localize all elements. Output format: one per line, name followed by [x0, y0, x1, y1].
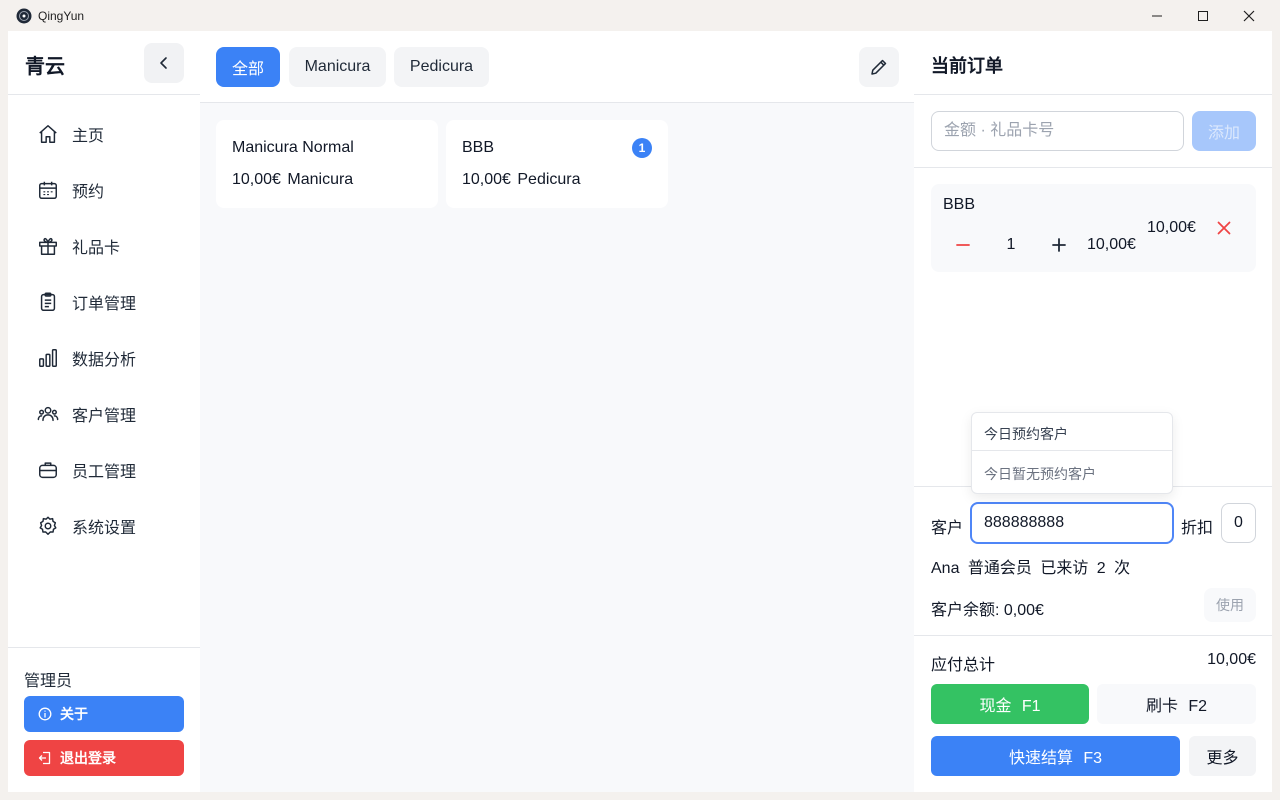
- customer-input[interactable]: [970, 502, 1174, 544]
- sidebar-divider: [8, 647, 200, 648]
- home-icon: [36, 122, 60, 146]
- sidebar-item-orders[interactable]: 订单管理: [24, 282, 184, 322]
- tab-manicura[interactable]: Manicura: [289, 47, 386, 87]
- sidebar-item-label: 礼品卡: [72, 240, 121, 257]
- logout-icon: [38, 751, 52, 765]
- service-name: BBB: [462, 139, 495, 156]
- bar-chart-icon: [36, 346, 60, 370]
- sidebar-item-label: 员工管理: [72, 464, 137, 481]
- close-icon: [1217, 221, 1231, 235]
- maximize-icon: [1198, 10, 1208, 21]
- total-value: 10,00€: [1207, 651, 1256, 668]
- order-divider: [914, 167, 1272, 168]
- edit-services-button[interactable]: [859, 47, 899, 87]
- use-balance-button[interactable]: 使用: [1204, 588, 1256, 622]
- order-divider: [914, 635, 1272, 636]
- cash-payment-button[interactable]: 现金 F1: [931, 684, 1089, 724]
- minimize-button[interactable]: [1134, 0, 1180, 31]
- gear-icon: [36, 514, 60, 538]
- line-item-total: 10,00€: [1147, 219, 1196, 236]
- service-name: Manicura Normal: [232, 139, 354, 156]
- sidebar-item-settings[interactable]: 系统设置: [24, 506, 184, 546]
- close-window-button[interactable]: [1226, 0, 1272, 31]
- sidebar-item-gift-cards[interactable]: 礼品卡: [24, 226, 184, 266]
- line-item-name: BBB: [943, 196, 976, 213]
- about-button[interactable]: 关于: [24, 696, 184, 732]
- title-bar: QingYun: [0, 0, 1280, 31]
- users-icon: [36, 402, 60, 426]
- customer-info: Ana 普通会员 已来访 2 次: [931, 560, 1131, 577]
- popup-divider: [972, 450, 1172, 451]
- minus-icon: [956, 244, 970, 246]
- logout-button[interactable]: 退出登录: [24, 740, 184, 776]
- plus-icon: [1052, 238, 1066, 252]
- decrease-quantity-button[interactable]: [951, 233, 975, 257]
- category-tab-bar: 全部 Manicura Pedicura: [200, 31, 914, 103]
- popup-heading: 今日预约客户: [984, 426, 1068, 442]
- calendar-icon: [36, 178, 60, 202]
- chevron-left-icon: [160, 57, 167, 69]
- clipboard-icon: [36, 290, 60, 314]
- collapse-sidebar-button[interactable]: [144, 43, 184, 83]
- sidebar: 青云 主页 预约 礼品卡 订单管理 数据分析 客户管理 员工管理 系统设置 管理…: [8, 31, 200, 792]
- close-icon: [1243, 10, 1255, 21]
- brand-name: 青云: [25, 56, 65, 78]
- sidebar-item-label: 系统设置: [72, 520, 137, 537]
- total-label: 应付总计: [931, 657, 996, 674]
- discount-label: 折扣: [1181, 520, 1214, 537]
- user-role: 管理员: [24, 673, 73, 690]
- gift-icon: [36, 234, 60, 258]
- order-line-item: BBB 1 10,00€ 10,00€: [931, 184, 1256, 272]
- window-title: QingYun: [38, 9, 85, 23]
- app-logo-icon: [16, 8, 32, 24]
- line-item-unit-price: 10,00€: [1087, 236, 1136, 253]
- tab-all[interactable]: 全部: [216, 47, 280, 87]
- sidebar-item-label: 客户管理: [72, 408, 137, 425]
- service-price-category: 10,00€ Pedicura: [462, 171, 581, 188]
- increase-quantity-button[interactable]: [1047, 233, 1071, 257]
- order-title: 当前订单: [931, 56, 1003, 76]
- sidebar-item-staff[interactable]: 员工管理: [24, 450, 184, 490]
- add-gift-card-button[interactable]: 添加: [1192, 111, 1256, 151]
- line-item-quantity: 1: [1006, 236, 1016, 253]
- sidebar-item-analytics[interactable]: 数据分析: [24, 338, 184, 378]
- info-icon: [38, 707, 52, 721]
- sidebar-item-customers[interactable]: 客户管理: [24, 394, 184, 434]
- gift-card-input[interactable]: [931, 111, 1184, 151]
- pencil-icon: [871, 59, 887, 75]
- service-price-category: 10,00€ Manicura: [232, 171, 354, 188]
- sidebar-item-home[interactable]: 主页: [24, 114, 184, 154]
- popup-empty-message: 今日暂无预约客户: [984, 466, 1096, 482]
- sidebar-divider: [8, 94, 200, 95]
- briefcase-icon: [36, 458, 60, 482]
- sidebar-item-label: 订单管理: [72, 296, 137, 313]
- remove-item-button[interactable]: [1213, 217, 1235, 239]
- order-divider: [914, 94, 1272, 95]
- logout-label: 退出登录: [60, 750, 116, 766]
- about-label: 关于: [60, 706, 88, 722]
- sidebar-item-appointments[interactable]: 预约: [24, 170, 184, 210]
- service-card-manicura-normal[interactable]: Manicura Normal 10,00€ Manicura: [216, 120, 438, 208]
- discount-input[interactable]: [1221, 503, 1256, 543]
- service-card-bbb[interactable]: BBB 1 10,00€ Pedicura: [446, 120, 668, 208]
- more-options-button[interactable]: 更多: [1189, 736, 1256, 776]
- sidebar-item-label: 预约: [72, 184, 105, 201]
- tab-pedicura[interactable]: Pedicura: [394, 47, 489, 87]
- sidebar-item-label: 数据分析: [72, 352, 137, 369]
- customer-suggestions-popup: 今日预约客户 今日暂无预约客户: [971, 412, 1173, 494]
- customer-balance: 客户余额: 0,00€: [931, 602, 1044, 619]
- sidebar-item-label: 主页: [72, 128, 105, 145]
- maximize-button[interactable]: [1180, 0, 1226, 31]
- service-catalog: 全部 Manicura Pedicura Manicura Normal 10,…: [200, 31, 914, 792]
- quick-checkout-button[interactable]: 快速结算 F3: [931, 736, 1180, 776]
- customer-label: 客户: [931, 520, 964, 537]
- card-payment-button[interactable]: 刷卡 F2: [1097, 684, 1256, 724]
- minimize-icon: [1152, 15, 1162, 16]
- cart-count-badge: 1: [632, 138, 652, 158]
